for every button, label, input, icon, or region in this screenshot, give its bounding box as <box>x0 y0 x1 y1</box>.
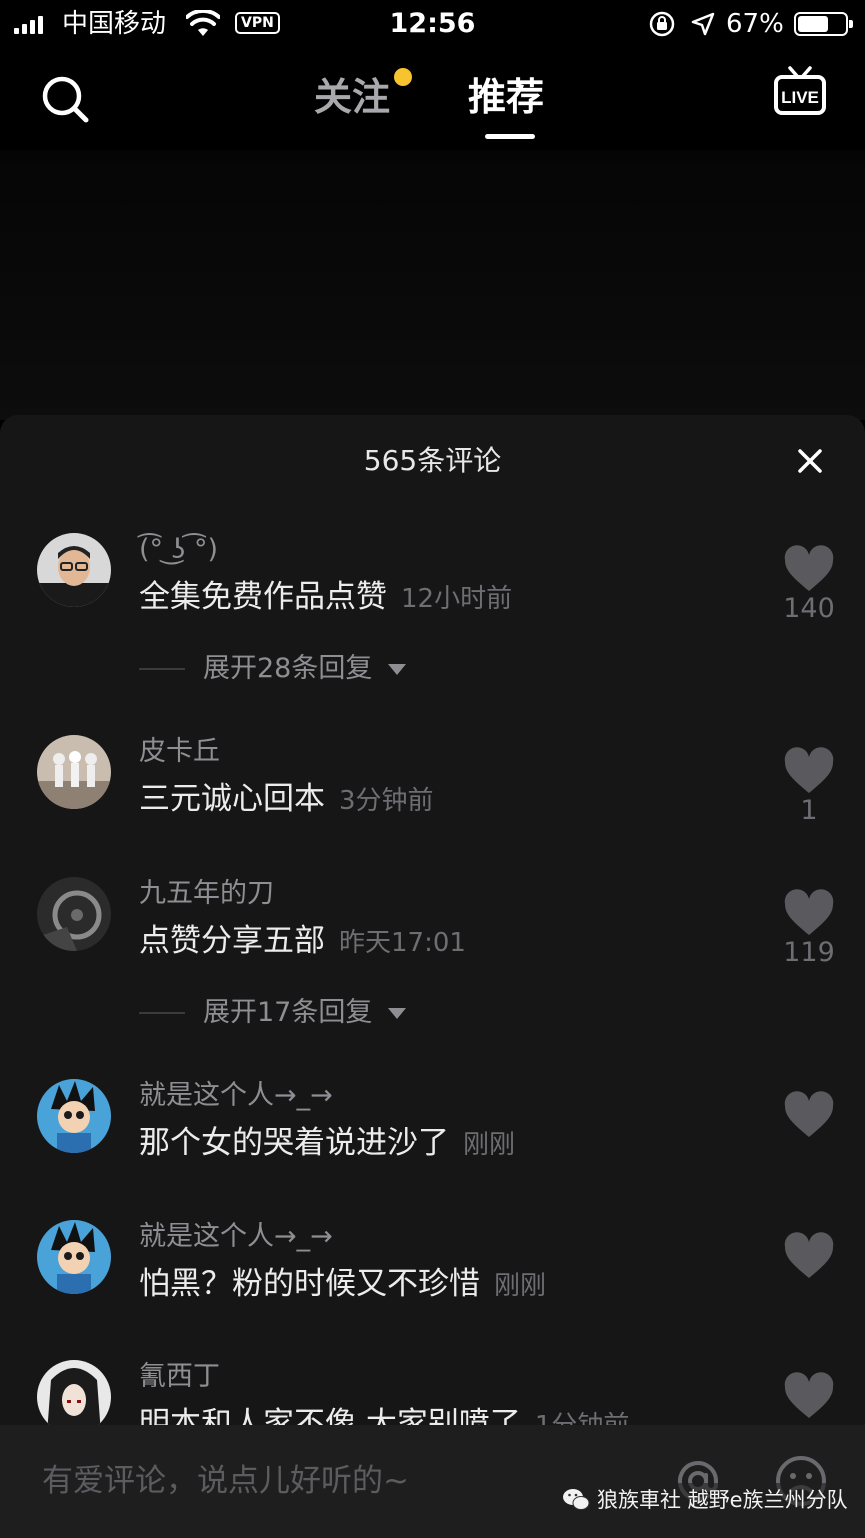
expand-replies[interactable]: 展开17条回复 <box>139 995 407 1031</box>
top-nav: 关注 推荐 LIVE <box>0 50 865 150</box>
status-bar: 中国移动 VPN 12:56 67% <box>0 0 865 50</box>
tab-recommend[interactable]: 推荐 <box>468 72 544 122</box>
search-icon[interactable] <box>40 74 90 124</box>
comment-input[interactable]: 有爱评论，说点儿好听的~ <box>42 1461 409 1501</box>
avatar[interactable] <box>37 735 111 809</box>
expand-replies[interactable]: 展开28条回复 <box>139 651 407 687</box>
avatar[interactable] <box>37 1079 111 1153</box>
like-count: 119 <box>783 937 835 968</box>
caret-down-icon <box>388 663 407 675</box>
comment-content: 明本和人家不像 大家别喷了 1分钟前 <box>139 1404 629 1425</box>
like-count: 140 <box>783 593 835 624</box>
caret-down-icon <box>388 1007 407 1019</box>
comment-content: 那个女的哭着说进沙了 刚刚 <box>139 1123 515 1168</box>
comment-username[interactable]: 就是这个人→_→ <box>139 1079 333 1113</box>
notification-dot <box>394 68 412 86</box>
comment-text: 明本和人家不像 大家别喷了 <box>139 1406 521 1425</box>
active-tab-indicator <box>485 134 535 139</box>
battery-icon <box>794 12 853 36</box>
comment-content: 怕黑？粉的时候又不珍惜 刚刚 <box>139 1264 546 1309</box>
heart-icon[interactable] <box>782 1232 836 1280</box>
comment-content: 三元诚心回本 3分钟前 <box>139 779 434 824</box>
comment-time: 3分钟前 <box>339 786 434 816</box>
watermark-text: 狼族車社 越野e族兰州分队 <box>597 1488 848 1512</box>
comment-input-bar: 有爱评论，说点儿好听的~ 狼族車社 越野e族兰州分队 <box>0 1425 865 1538</box>
comment-time: 刚刚 <box>463 1130 516 1160</box>
comment-content: 点赞分享五部 昨天17:01 <box>139 921 466 966</box>
heart-icon[interactable] <box>782 1091 836 1139</box>
watermark: 狼族車社 越野e族兰州分队 <box>555 1483 854 1517</box>
comment-text: 那个女的哭着说进沙了 <box>139 1125 449 1161</box>
tab-follow[interactable]: 关注 <box>314 72 390 122</box>
expand-replies-label: 展开28条回复 <box>203 653 373 684</box>
comment-time: 刚刚 <box>494 1271 547 1301</box>
close-icon[interactable] <box>794 445 826 477</box>
heart-icon[interactable] <box>782 1372 836 1420</box>
wechat-icon <box>563 1489 590 1510</box>
comment-time: 昨天17:01 <box>339 928 466 958</box>
comment-text: 全集免费作品点赞 <box>139 579 387 615</box>
expand-replies-label: 展开17条回复 <box>203 997 373 1028</box>
live-icon[interactable]: LIVE <box>772 64 828 120</box>
divider <box>139 668 185 670</box>
comment-text: 点赞分享五部 <box>139 923 325 959</box>
avatar[interactable] <box>37 1220 111 1294</box>
avatar[interactable] <box>37 877 111 951</box>
comment-time: 12小时前 <box>401 584 513 614</box>
comment-username[interactable]: (͡° ͜ʖ ͡°) <box>139 533 218 567</box>
comment-text: 三元诚心回本 <box>139 781 325 817</box>
comment-content: 全集免费作品点赞 12小时前 <box>139 577 512 622</box>
divider <box>139 1012 185 1014</box>
comment-username[interactable]: 氰西丁 <box>139 1360 220 1394</box>
video-background <box>0 150 865 420</box>
heart-icon[interactable] <box>782 889 836 937</box>
comments-count-title: 565条评论 <box>363 444 502 477</box>
avatar[interactable] <box>37 1360 111 1425</box>
like-count: 1 <box>800 795 818 826</box>
comment-username[interactable]: 就是这个人→_→ <box>139 1220 333 1254</box>
location-arrow-icon <box>691 12 715 36</box>
heart-icon[interactable] <box>782 545 836 593</box>
comment-text: 怕黑？粉的时候又不珍惜 <box>139 1266 480 1302</box>
comments-panel: 565条评论 (͡° ͜ʖ ͡°) 全集免费作品点赞 12小时前 140 展开28… <box>0 415 865 1425</box>
avatar[interactable] <box>37 533 111 607</box>
svg-text:LIVE: LIVE <box>781 88 819 107</box>
comment-time: 1分钟前 <box>535 1411 630 1425</box>
battery-percent: 67% <box>726 9 784 39</box>
comment-username[interactable]: 皮卡丘 <box>139 735 220 769</box>
comment-username[interactable]: 九五年的刀 <box>139 877 274 911</box>
rotation-lock-icon <box>649 11 675 37</box>
heart-icon[interactable] <box>782 747 836 795</box>
